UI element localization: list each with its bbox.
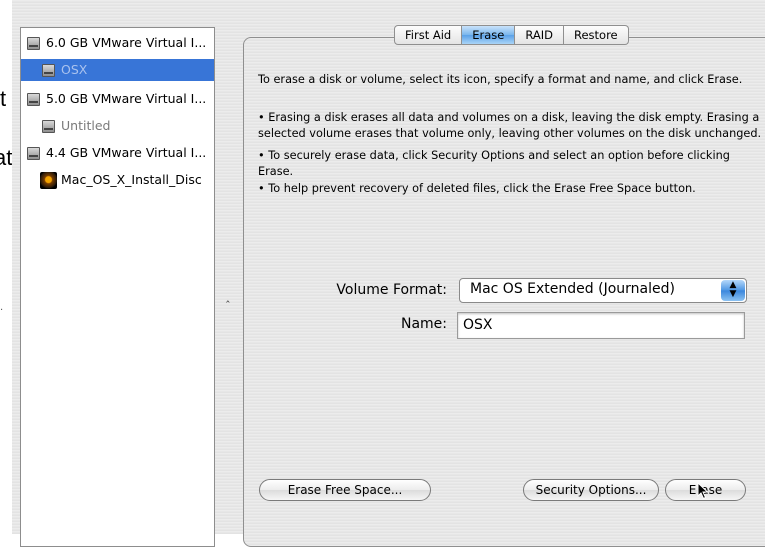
- tab-first-aid[interactable]: First Aid: [394, 25, 463, 45]
- tab-raid[interactable]: RAID: [515, 25, 564, 45]
- edge-text-fragment: t: [0, 86, 7, 111]
- erase-info-line: • Erasing a disk erases all data and vol…: [258, 111, 760, 124]
- erase-info-line: • To help prevent recovery of deleted fi…: [258, 182, 696, 195]
- volume-format-value: Mac OS Extended (Journaled): [470, 281, 675, 297]
- erase-info-line: selected volume erases that volume only,…: [258, 127, 762, 140]
- tab-restore[interactable]: Restore: [563, 25, 629, 45]
- disk-item-label: 4.4 GB VMware Virtual I...: [46, 145, 207, 160]
- disk-list[interactable]: 6.0 GB VMware Virtual I... OSX 5.0 GB VM…: [20, 27, 215, 547]
- disk-item-label: 5.0 GB VMware Virtual I...: [46, 91, 207, 106]
- erase-info-line: Erase.: [258, 165, 294, 178]
- volume-format-label: Volume Format:: [336, 282, 447, 298]
- tab-bar: First Aid Erase RAID Restore: [394, 25, 629, 45]
- volume-item-selected[interactable]: OSX: [21, 59, 214, 81]
- disk-item[interactable]: 6.0 GB VMware Virtual I...: [21, 32, 214, 54]
- security-options-button[interactable]: Security Options...: [523, 479, 659, 501]
- volume-icon: [42, 64, 55, 77]
- erase-free-space-button[interactable]: Erase Free Space...: [259, 479, 431, 501]
- volume-item-label: OSX: [61, 62, 88, 77]
- edge-text-fragment: at: [0, 145, 13, 170]
- volume-item-label: Mac_OS_X_Install_Disc: [61, 172, 202, 187]
- name-field[interactable]: OSX: [457, 312, 745, 339]
- erase-intro-text: To erase a disk or volume, select its ic…: [258, 73, 743, 86]
- volume-item-label: Untitled: [61, 118, 111, 133]
- mouse-pointer-icon: [697, 482, 709, 500]
- volume-format-select[interactable]: Mac OS Extended (Journaled) ▲ ▼: [459, 278, 747, 303]
- disk-item[interactable]: 5.0 GB VMware Virtual I...: [21, 88, 214, 110]
- hard-disk-icon: [27, 147, 40, 160]
- edge-dot: ·: [0, 305, 4, 316]
- name-label: Name:: [400, 316, 447, 332]
- hard-disk-icon: [27, 93, 40, 106]
- volume-item[interactable]: Untitled: [21, 115, 214, 137]
- erase-info-line: • To securely erase data, click Security…: [258, 149, 730, 162]
- disk-item-label: 6.0 GB VMware Virtual I...: [46, 35, 207, 50]
- install-disc-icon: [40, 172, 57, 189]
- hard-disk-icon: [27, 37, 40, 50]
- volume-icon: [42, 120, 55, 133]
- splitter-handle[interactable]: ‸: [226, 290, 230, 303]
- tab-erase[interactable]: Erase: [462, 25, 516, 45]
- volume-item[interactable]: Mac_OS_X_Install_Disc: [21, 169, 214, 191]
- disk-item[interactable]: 4.4 GB VMware Virtual I...: [21, 142, 214, 164]
- popup-arrows-icon: ▲ ▼: [721, 280, 745, 301]
